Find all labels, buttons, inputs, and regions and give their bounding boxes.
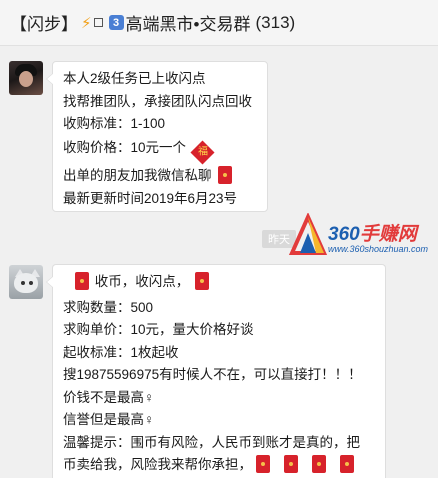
message-bubble-2[interactable]: 收币，收闪点， 求购数量：500 求购单价：10元，量大价格好谈 起收标准：1枚…: [46, 264, 386, 478]
square-icon: [93, 18, 103, 27]
red-envelope-icon: [284, 455, 298, 473]
red-envelope-icon: [256, 455, 270, 473]
sender-avatar-1[interactable]: [9, 61, 43, 95]
site-watermark: 360手赚网 www.360shouzhuan.com: [288, 212, 429, 263]
message-line: 本人2级任务已上收闪点: [63, 71, 206, 86]
message-line: 收购标准：1-100: [63, 116, 166, 131]
message-line: 币卖给我，风险我来帮你承担，: [63, 457, 252, 472]
message-line: 出单的朋友加我微信私聊: [63, 168, 212, 184]
red-envelope-icon: [195, 272, 210, 290]
group-name: 高端黑市•交易群: [125, 15, 251, 34]
message-line-with-emoji: 收币，收闪点，: [63, 271, 375, 294]
fu-emoji-icon: 福: [190, 140, 215, 165]
red-envelope-icon: [340, 455, 354, 473]
red-envelope-icon: [312, 455, 326, 473]
member-count: (313): [255, 12, 296, 32]
chat-title-bar: 【闪步】 ⚡ 3 高端黑市•交易群 (313): [0, 0, 438, 46]
red-envelope-icon: [75, 272, 89, 290]
sender-avatar-2[interactable]: [9, 265, 43, 299]
red-envelope-icon: [217, 166, 232, 185]
message-line: 收购价格：10元一个: [63, 139, 187, 155]
brand-logo-icon: [288, 212, 328, 255]
message-line: 最新更新时间2019年6月23号: [63, 190, 238, 206]
message-line: 价钱不是最高♀: [63, 389, 155, 405]
message-line: 收币，收闪点，: [94, 274, 190, 289]
message-line-with-emoji: 收购价格：10元一个福: [63, 137, 257, 165]
message-line: 温馨提示：围币有风险，人民币到账才是真的，把: [63, 434, 360, 450]
message-line-with-emoji: 出单的朋友加我微信私聊: [63, 165, 257, 188]
message-line: 求购数量：500: [63, 299, 154, 315]
lightning-icon: ⚡: [81, 14, 92, 32]
message-line-with-emoji: 币卖给我，风险我来帮你承担，: [63, 454, 375, 477]
message-line: 搜19875596975有时候人不在，可以直接打！！！: [63, 367, 362, 382]
message-line: 起收标准：1枚起收: [63, 344, 179, 360]
watermark-brand: 360手赚网: [328, 224, 417, 245]
message-line: 求购单价：10元，量大价格好谈: [63, 322, 254, 337]
title-prefix: 【闪步】: [10, 15, 78, 34]
keycap-number-icon: 3: [108, 15, 124, 30]
watermark-url: www.360shouzhuan.com: [328, 244, 429, 254]
message-bubble-1[interactable]: 本人2级任务已上收闪点 找帮推团队，承接团队闪点回收 收购标准：1-100 收购…: [46, 61, 268, 212]
message-line: 找帮推团队，承接团队闪点回收: [63, 93, 252, 109]
message-line: 信誉但是最高♀: [63, 412, 155, 427]
